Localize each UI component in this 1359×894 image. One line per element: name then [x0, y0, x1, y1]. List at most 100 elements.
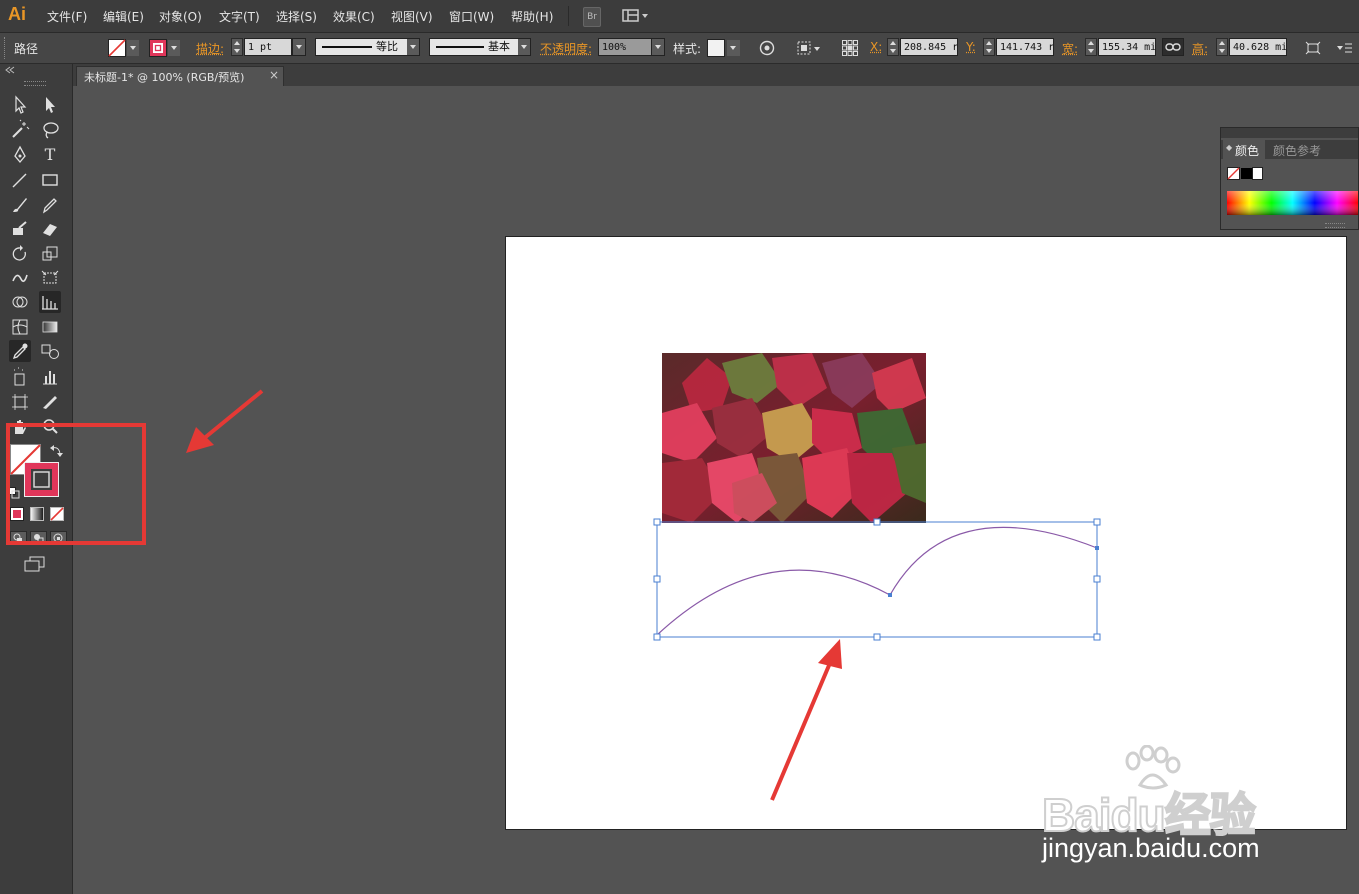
handle-top-center [873, 518, 881, 526]
brush-line-preview [436, 46, 484, 48]
align-options-icon[interactable] [796, 39, 824, 57]
grip-handle[interactable] [4, 37, 8, 59]
direct-selection-tool-icon[interactable] [39, 94, 61, 116]
type-tool-icon[interactable]: T [39, 144, 61, 166]
panel-menu-icon[interactable] [1334, 39, 1354, 57]
fill-swatch-dropdown[interactable] [108, 39, 140, 57]
stroke-weight-dropdown[interactable] [292, 38, 306, 56]
workspace-layout-icon [622, 9, 648, 22]
document-tab-close-icon[interactable]: × [269, 68, 279, 82]
menu-file[interactable]: 文件(F) [47, 8, 87, 25]
stroke-label[interactable]: 描边: [196, 40, 224, 57]
y-field[interactable]: 141.743 r [996, 38, 1054, 56]
slice-tool-icon[interactable] [39, 391, 61, 413]
tools-grip[interactable] [24, 81, 46, 86]
tab-color[interactable]: ◆ 颜色 [1223, 140, 1265, 159]
width-field[interactable]: 155.34 mi [1098, 38, 1156, 56]
gradient-tool-icon[interactable] [39, 316, 61, 338]
symbol-sprayer-tool-icon[interactable] [9, 366, 31, 388]
graphic-style-dropdown[interactable] [707, 39, 741, 57]
width-label[interactable]: 宽: [1062, 40, 1078, 57]
annotation-arrow-left [186, 389, 264, 453]
selected-path[interactable] [650, 515, 1106, 645]
y-spinner[interactable] [983, 38, 995, 56]
x-label[interactable]: X: [870, 40, 882, 54]
menu-object[interactable]: 对象(O) [159, 8, 202, 25]
handle-bottom-center [873, 633, 881, 641]
anchor-point-end [1095, 546, 1099, 550]
watermark-url: jingyan.baidu.com [1042, 833, 1260, 863]
document-tab-title: 未标题-1* @ 100% (RGB/预览) [84, 71, 245, 84]
perspective-grid-tool-icon[interactable] [39, 291, 61, 313]
menu-view[interactable]: 视图(V) [391, 8, 433, 25]
eraser-tool-icon[interactable] [39, 218, 61, 240]
selection-tool-icon[interactable] [9, 94, 31, 116]
mesh-tool-icon[interactable] [9, 316, 31, 338]
paintbrush-tool-icon[interactable] [9, 194, 31, 216]
handle-bottom-left [653, 633, 661, 641]
anchor-point [888, 593, 892, 597]
opacity-dropdown[interactable] [651, 38, 665, 56]
menu-bar: Ai 文件(F) 编辑(E) 对象(O) 文字(T) 选择(S) 效果(C) 视… [0, 0, 1359, 33]
selection-type-label: 路径 [14, 42, 39, 56]
blend-tool-icon[interactable] [39, 340, 61, 362]
warp-tool-icon[interactable] [9, 267, 31, 289]
watermark: Baidu经验 jingyan.baidu.com [1040, 745, 1300, 875]
y-label[interactable]: Y: [966, 40, 976, 54]
shape-builder-tool-icon[interactable] [9, 291, 31, 313]
style-label: 样式: [673, 42, 702, 56]
chevron-down-icon [293, 39, 305, 55]
eyedropper-tool-icon[interactable] [9, 340, 31, 362]
color-panel-swatches [1227, 167, 1263, 180]
document-tab[interactable]: 未标题-1* @ 100% (RGB/预览) × [76, 66, 284, 86]
constrain-proportions-button[interactable] [1162, 38, 1184, 56]
workspace-switcher[interactable] [622, 8, 650, 24]
scale-tool-icon[interactable] [39, 243, 61, 265]
stroke-weight-field[interactable]: 1 pt [244, 38, 292, 56]
variable-width-profile-dropdown[interactable]: 等比 [315, 38, 420, 56]
menu-select[interactable]: 选择(S) [276, 8, 317, 25]
x-spinner[interactable] [887, 38, 899, 56]
color-spectrum-ramp[interactable] [1227, 191, 1358, 215]
height-spinner[interactable] [1216, 38, 1228, 56]
column-graph-tool-icon[interactable] [39, 366, 61, 388]
menu-effect[interactable]: 效果(C) [333, 8, 375, 25]
blob-brush-tool-icon[interactable] [9, 218, 31, 240]
recolor-artwork-icon[interactable] [758, 39, 776, 57]
menu-window[interactable]: 窗口(W) [449, 8, 494, 25]
curve-path [656, 526, 1098, 636]
collapse-panel-icon[interactable] [4, 66, 16, 74]
reference-point-icon[interactable] [841, 39, 859, 57]
artboard-tool-icon[interactable] [9, 391, 31, 413]
pen-tool-icon[interactable] [9, 144, 31, 166]
line-segment-tool-icon[interactable] [9, 169, 31, 191]
app-logo: Ai [8, 4, 26, 24]
lasso-tool-icon[interactable] [39, 119, 61, 141]
pencil-tool-icon[interactable] [39, 194, 61, 216]
bridge-button[interactable]: Br [583, 7, 601, 27]
link-icon [1165, 43, 1181, 51]
brush-definition-dropdown[interactable]: 基本 [429, 38, 531, 56]
resize-grip[interactable] [1325, 223, 1345, 228]
width-spinner[interactable] [1085, 38, 1097, 56]
stroke-swatch-dropdown[interactable] [149, 39, 181, 57]
menu-edit[interactable]: 编辑(E) [103, 8, 144, 25]
height-field[interactable]: 40.628 mi [1229, 38, 1287, 56]
menu-help[interactable]: 帮助(H) [511, 8, 553, 25]
opacity-field[interactable]: 100% [598, 38, 652, 56]
rotate-tool-icon[interactable] [9, 243, 31, 265]
color-panel-header[interactable] [1221, 128, 1358, 138]
screen-mode-button[interactable] [24, 556, 46, 572]
control-bar: 路径 描边: 1 pt 等比 基本 不透明度: 100% 样式: X: 208.… [0, 33, 1359, 64]
tab-color-guide[interactable]: 颜色参考 [1273, 142, 1321, 159]
free-transform-tool-icon[interactable] [39, 267, 61, 289]
magic-wand-tool-icon[interactable] [9, 119, 31, 141]
transform-icon[interactable] [1304, 39, 1322, 57]
stroke-weight-spinner[interactable] [231, 38, 243, 56]
x-field[interactable]: 208.845 r [900, 38, 958, 56]
menu-type[interactable]: 文字(T) [219, 8, 260, 25]
opacity-label[interactable]: 不透明度: [540, 40, 592, 57]
height-label[interactable]: 高: [1192, 40, 1208, 57]
rectangle-tool-icon[interactable] [39, 169, 61, 191]
maple-leaves-photo[interactable] [662, 353, 926, 523]
